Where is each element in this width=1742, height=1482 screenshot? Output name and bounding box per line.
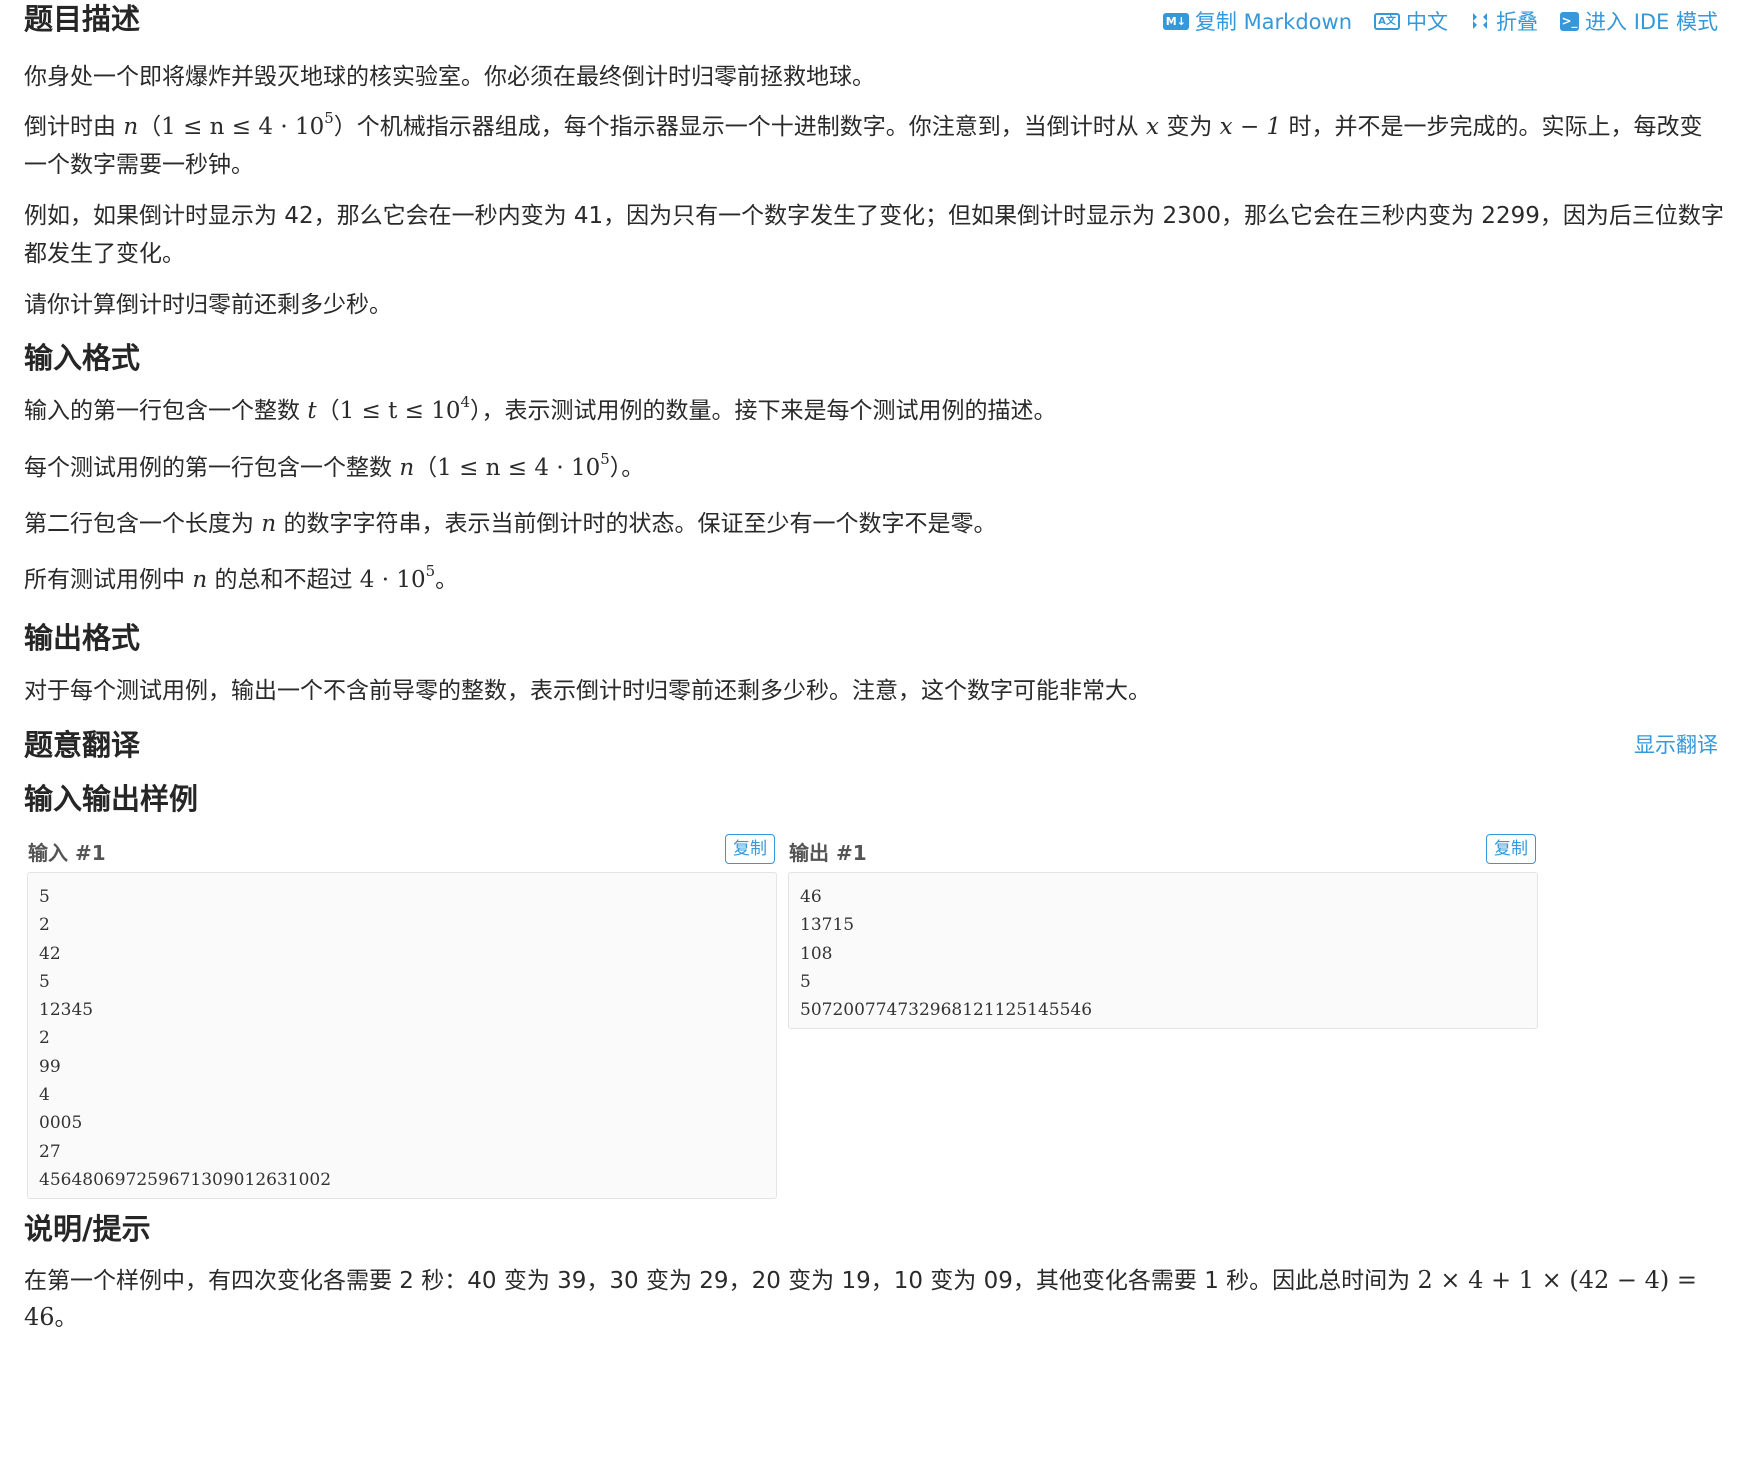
text-segment: 在第一个样例中，有四次变化各需要 2 秒：40 变为 39，30 变为 29，2…	[24, 1268, 1418, 1294]
math-n: n	[261, 511, 277, 537]
math-constraint: 1 ≤ t ≤ 104	[339, 395, 470, 424]
problem-page: M↓ 复制 Markdown A文 中文 折叠 >_ 进入 IDE 模式 题目描…	[0, 0, 1742, 1482]
math-constraint-text: 1 ≤ n ≤ 4 · 10	[437, 455, 601, 481]
text-segment: 的数字字符串，表示当前倒计时的状态。保证至少有一个数字不是零。	[276, 511, 997, 537]
terminal-icon: >_	[1560, 11, 1580, 31]
text-segment: 每个测试用例的第一行包含一个整数	[24, 455, 400, 481]
code-line: 456480697259671309012631002	[39, 1169, 332, 1190]
math-constraint-text: 1 ≤ n ≤ 4 · 10	[161, 114, 325, 140]
text-segment: 倒计时由	[24, 114, 124, 140]
text-segment: 。	[435, 567, 459, 593]
output-format-paragraph-1: 对于每个测试用例，输出一个不含前导零的整数，表示倒计时归零前还剩多少秒。注意，这…	[24, 678, 1151, 704]
language-label: 中文	[1406, 10, 1449, 34]
code-line: 2	[39, 1028, 50, 1049]
fold-button[interactable]: 折叠	[1470, 6, 1538, 36]
code-line: 5	[39, 887, 50, 907]
description-heading: 题目描述	[24, 2, 141, 36]
copy-markdown-label: 复制 Markdown	[1194, 10, 1353, 34]
math-exponent: 5	[324, 109, 334, 128]
text-segment: 变为	[1159, 114, 1220, 140]
input-format-paragraph-4: 所有测试用例中 n 的总和不超过 4 · 105。	[24, 561, 1724, 599]
description-paragraph-1: 你身处一个即将爆炸并毁灭地球的核实验室。你必须在最终倒计时归零前拯救地球。	[24, 64, 875, 90]
sample-input-label: 输入 #1	[28, 841, 106, 865]
text-segment: ），	[470, 398, 505, 424]
code-line: 27	[39, 1141, 61, 1162]
input-format-paragraph-1: 输入的第一行包含一个整数 t（1 ≤ t ≤ 104），表示测试用例的数量。接下…	[24, 392, 1724, 430]
collapse-icon	[1470, 11, 1490, 31]
copy-markdown-button[interactable]: M↓ 复制 Markdown	[1162, 6, 1353, 36]
code-line: 46	[800, 887, 822, 907]
math-constraint: 1 ≤ n ≤ 4 · 105	[161, 111, 334, 140]
fold-label: 折叠	[1496, 10, 1539, 34]
math-t: t	[307, 398, 317, 424]
language-button[interactable]: A文 中文	[1374, 6, 1448, 36]
enter-ide-label: 进入 IDE 模式	[1585, 10, 1718, 34]
text-segment: （	[316, 398, 340, 424]
toolbar: M↓ 复制 Markdown A文 中文 折叠 >_ 进入 IDE 模式	[1162, 6, 1718, 36]
math-sum-limit-text: 4 · 10	[359, 567, 426, 593]
code-line: 108	[800, 943, 833, 964]
enter-ide-button[interactable]: >_ 进入 IDE 模式	[1560, 6, 1718, 36]
input-format-paragraph-3: 第二行包含一个长度为 n 的数字字符串，表示当前倒计时的状态。保证至少有一个数字…	[24, 505, 1724, 543]
text-segment: 表示测试用例的数量。接下来是每个测试用例的描述。	[504, 398, 1057, 424]
math-constraint-text: 1 ≤ t ≤ 10	[339, 398, 461, 424]
text-segment: 个机械指示器组成，每个指示器显示一个十进制数字。你注意到，当倒计时从	[356, 114, 1147, 140]
code-line: 507200774732968121125145546	[800, 1000, 1093, 1021]
input-format-paragraph-2: 每个测试用例的第一行包含一个整数 n（1 ≤ n ≤ 4 · 105）。	[24, 449, 1724, 487]
code-line: 99	[39, 1056, 61, 1077]
math-exponent: 5	[425, 562, 436, 581]
code-line: 5	[800, 971, 811, 992]
sample-output-box[interactable]: 46 13715 108 5 507200774732968121125145546	[788, 872, 1538, 1029]
text-segment: （	[414, 455, 438, 481]
math-sum-limit: 4 · 105	[359, 564, 435, 593]
copy-output-button[interactable]: 复制	[1486, 834, 1536, 864]
description-paragraph-3: 例如，如果倒计时显示为 42，那么它会在一秒内变为 41，因为只有一个数字发生了…	[24, 203, 1724, 267]
sample-input-box[interactable]: 5 2 42 5 12345 2 99 4 0005 27 45648069725967130901…	[27, 872, 777, 1199]
text-segment: 所有测试用例中	[24, 567, 193, 593]
code-line: 5	[39, 971, 50, 992]
description-paragraph-4: 请你计算倒计时归零前还剩多少秒。	[24, 292, 392, 318]
output-format-heading: 输出格式	[24, 621, 141, 655]
code-line: 13715	[800, 915, 855, 936]
input-format-heading: 输入格式	[24, 341, 141, 375]
text-segment: ）	[333, 114, 357, 140]
math-exponent: 4	[460, 393, 471, 412]
code-line: 0005	[39, 1113, 83, 1134]
sample-output-label: 输出 #1	[789, 841, 867, 865]
text-segment: 第二行包含一个长度为	[24, 511, 262, 537]
text-segment: 的总和不超过	[207, 567, 360, 593]
samples-heading: 输入输出样例	[24, 782, 199, 816]
text-segment: 。	[54, 1305, 78, 1331]
show-translation-link[interactable]: 显示翻译	[1634, 729, 1718, 759]
text-segment: （	[138, 114, 162, 140]
math-n: n	[123, 114, 139, 140]
math-n: n	[192, 567, 208, 593]
markdown-icon: M↓	[1162, 12, 1189, 30]
math-x-minus-1: x − 1	[1219, 114, 1282, 140]
code-line: 42	[39, 943, 61, 964]
text-segment: 输入的第一行包含一个整数	[24, 398, 308, 424]
translation-heading: 题意翻译	[24, 728, 141, 762]
code-line: 4	[39, 1085, 50, 1106]
hint-paragraph: 在第一个样例中，有四次变化各需要 2 秒：40 变为 39，30 变为 29，2…	[24, 1262, 1724, 1336]
math-n: n	[399, 455, 415, 481]
code-line: 12345	[39, 1000, 94, 1021]
math-exponent: 5	[600, 450, 610, 469]
math-x: x	[1146, 114, 1160, 140]
text-segment: ）。	[609, 455, 645, 481]
copy-input-button[interactable]: 复制	[725, 834, 775, 864]
translate-icon: A文	[1374, 12, 1401, 30]
math-constraint: 1 ≤ n ≤ 4 · 105	[437, 452, 610, 481]
description-paragraph-2: 倒计时由 n（1 ≤ n ≤ 4 · 105）个机械指示器组成，每个指示器显示一…	[24, 108, 1724, 184]
code-line: 2	[39, 915, 50, 936]
hint-heading: 说明/提示	[24, 1212, 151, 1246]
